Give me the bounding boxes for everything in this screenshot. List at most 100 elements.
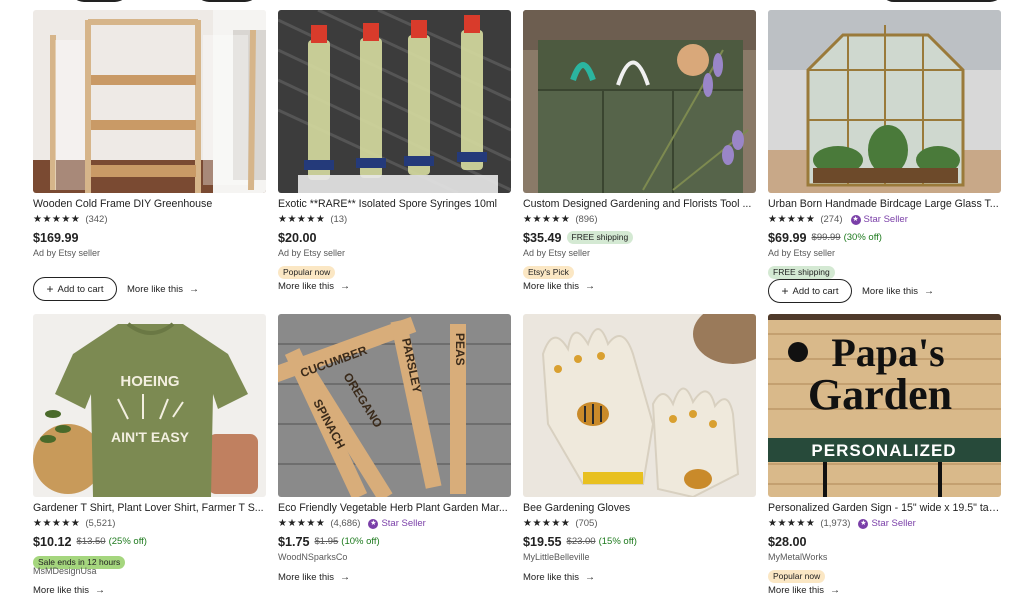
listing-title[interactable]: Bee Gardening Gloves — [523, 502, 756, 515]
arrow-right-icon: → — [339, 280, 350, 292]
listing-card[interactable]: Wooden Cold Frame DIY Greenhouse ★★★★★ (… — [33, 10, 266, 302]
listing-image[interactable] — [33, 10, 266, 193]
review-count: (5,521) — [85, 518, 116, 529]
seller-link[interactable]: MsMDesignUsa — [33, 566, 266, 577]
more-like-this-link[interactable]: More like this → — [278, 281, 350, 292]
listing-title[interactable]: Exotic **RARE** Isolated Spore Syringes … — [278, 198, 511, 211]
listing-image[interactable]: Papa's Garden PERSONALIZED — [768, 314, 1001, 497]
star-icon: ★★★★★ — [33, 518, 81, 529]
listing-title[interactable]: Gardener T Shirt, Plant Lover Shirt, Far… — [33, 502, 266, 515]
price-line: $169.99 — [33, 230, 266, 245]
price-line: $19.55 $23.00 (15% off) — [523, 534, 756, 549]
seller-link[interactable]: WoodNSparksCo — [278, 552, 511, 563]
popular-now-badge: Popular now — [768, 570, 826, 583]
listing-card[interactable]: Urban Born Handmade Birdcage Large Glass… — [768, 10, 1001, 304]
star-seller-badge-icon: ★ — [368, 518, 379, 529]
add-to-cart-button[interactable]: + Add to cart — [33, 277, 117, 301]
popular-now-badge: Popular now — [278, 266, 336, 279]
review-count: (4,686) — [330, 518, 361, 529]
price-line: $20.00 — [278, 230, 511, 245]
shirt-text-line1: HOEING — [120, 373, 179, 390]
price-line: $69.99 $99.99 (30% off) — [768, 230, 1001, 245]
rating: ★★★★★ (705) — [523, 517, 756, 530]
sign-text-line1: Papa's — [831, 330, 944, 375]
listing-image[interactable]: CUCUMBER PARSLEY PEAS OREGANO SPINACH — [278, 314, 511, 497]
listing-title[interactable]: Urban Born Handmade Birdcage Large Glass… — [768, 198, 1001, 211]
review-count: (13) — [330, 214, 348, 225]
star-seller-label: ★ Star Seller — [368, 518, 426, 529]
listing-card[interactable]: HOEING AIN'T EASY Gardener T Shirt, Plan… — [33, 314, 266, 597]
star-seller-badge-icon: ★ — [858, 518, 869, 529]
listing-title[interactable]: Wooden Cold Frame DIY Greenhouse — [33, 198, 266, 211]
more-like-this-link[interactable]: More like this → — [523, 281, 595, 292]
price-line: $1.75 $1.95 (10% off) — [278, 534, 511, 549]
listing-card[interactable]: Exotic **RARE** Isolated Spore Syringes … — [278, 10, 511, 293]
arrow-right-icon: → — [188, 283, 199, 295]
plus-icon: + — [46, 282, 54, 296]
seller: Ad by Etsy seller — [768, 248, 836, 258]
listing-title[interactable]: Custom Designed Gardening and Florists T… — [523, 198, 756, 211]
price: $10.12 — [33, 534, 72, 549]
star-icon: ★★★★★ — [278, 518, 326, 529]
listing-title[interactable]: Eco Friendly Vegetable Herb Plant Garden… — [278, 502, 511, 515]
rating: ★★★★★ (13) — [278, 213, 511, 226]
more-like-this-link[interactable]: More like this → — [33, 585, 105, 596]
free-shipping-badge: FREE shipping — [566, 231, 634, 244]
price: $20.00 — [278, 230, 317, 245]
listing-card[interactable]: Papa's Garden PERSONALIZED Personalized … — [768, 314, 1001, 597]
review-count: (896) — [575, 214, 598, 225]
listing-image[interactable] — [278, 10, 511, 193]
star-icon: ★★★★★ — [768, 518, 816, 529]
rating: ★★★★★ (4,686) ★ Star Seller — [278, 517, 511, 530]
star-seller-label: ★ Star Seller — [850, 214, 908, 225]
discount: (10% off) — [341, 536, 380, 547]
review-count: (274) — [820, 214, 843, 225]
star-icon: ★★★★★ — [768, 214, 816, 225]
more-like-this-link[interactable]: More like this → — [278, 572, 350, 583]
arrow-right-icon: → — [94, 584, 105, 596]
star-seller-badge-icon: ★ — [850, 214, 861, 225]
price: $19.55 — [523, 534, 562, 549]
rating: ★★★★★ (5,521) — [33, 517, 266, 530]
shirt-text-line2: AIN'T EASY — [111, 429, 190, 445]
listing-image[interactable] — [768, 10, 1001, 193]
free-shipping-badge: FREE shipping — [768, 266, 835, 279]
more-like-this-link[interactable]: More like this → — [768, 585, 840, 596]
arrow-right-icon: → — [339, 571, 350, 583]
rating: ★★★★★ (342) — [33, 213, 266, 226]
arrow-right-icon: → — [923, 285, 934, 297]
more-like-this-link[interactable]: More like this → — [523, 572, 595, 583]
original-price: $23.00 — [566, 536, 596, 547]
listing-card[interactable]: CUCUMBER PARSLEY PEAS OREGANO SPINACH Ec… — [278, 314, 511, 584]
star-icon: ★★★★★ — [523, 214, 571, 225]
plus-icon: + — [781, 284, 789, 298]
sign-banner-text: PERSONALIZED — [811, 441, 956, 460]
discount: (25% off) — [108, 536, 147, 547]
listing-image[interactable] — [523, 10, 756, 193]
review-count: (342) — [85, 214, 108, 225]
star-icon: ★★★★★ — [278, 214, 326, 225]
price: $35.49 — [523, 230, 562, 245]
rating: ★★★★★ (1,973) ★ Star Seller — [768, 517, 1001, 530]
listing-image[interactable] — [523, 314, 756, 497]
listing-title[interactable]: Personalized Garden Sign - 15" wide x 19… — [768, 502, 1001, 515]
price-line: $35.49 FREE shipping — [523, 230, 756, 245]
seller-link[interactable]: MyLittleBelleville — [523, 552, 756, 563]
listing-card[interactable]: Custom Designed Gardening and Florists T… — [523, 10, 756, 293]
price-line: $28.00 — [768, 534, 1001, 549]
seller-link[interactable]: MyMetalWorks — [768, 552, 1001, 563]
listing-card[interactable]: Bee Gardening Gloves ★★★★★ (705) $19.55 … — [523, 314, 756, 584]
price: $28.00 — [768, 534, 807, 549]
discount: (15% off) — [598, 536, 637, 547]
star-icon: ★★★★★ — [523, 518, 571, 529]
arrow-right-icon: → — [584, 280, 595, 292]
more-like-this-link[interactable]: More like this → — [127, 284, 199, 295]
listing-image[interactable]: HOEING AIN'T EASY — [33, 314, 266, 497]
seller: Ad by Etsy seller — [523, 248, 591, 258]
top-cut-off-buttons — [0, 0, 1024, 2]
etsys-pick-badge: Etsy's Pick — [523, 266, 574, 279]
price: $69.99 — [768, 230, 807, 245]
review-count: (705) — [575, 518, 598, 529]
more-like-this-link[interactable]: More like this → — [862, 286, 934, 297]
add-to-cart-button[interactable]: + Add to cart — [768, 279, 852, 303]
